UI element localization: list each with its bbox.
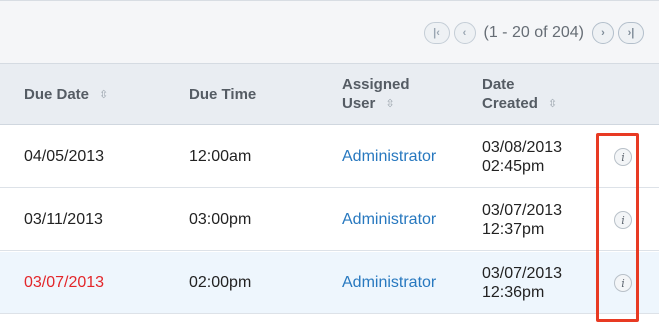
pagination-bar: |‹ ‹ (1 - 20 of 204) › ›|	[0, 0, 659, 63]
due-date-cell: 03/11/2013	[24, 211, 103, 228]
due-date-cell: 04/05/2013	[24, 148, 105, 165]
column-header-label: Created	[482, 95, 538, 112]
last-page-icon[interactable]: ›|	[618, 22, 644, 44]
column-header-label: User	[342, 95, 376, 112]
created-time: 12:36pm	[482, 284, 545, 301]
column-header-label: Due Date	[24, 86, 90, 103]
table-header: Due Date ⇳ Due Time Assigned User ⇳ Date C…	[0, 63, 659, 125]
created-date: 03/07/2013	[482, 202, 563, 219]
created-date: 03/07/2013	[482, 265, 563, 282]
due-time-cell: 03:00pm	[189, 211, 252, 228]
assigned-user-link[interactable]: Administrator	[342, 210, 436, 229]
table-row: 04/05/2013 12:00am Administrator 03/08/2…	[0, 126, 659, 188]
due-date-cell-overdue: 03/07/2013	[24, 274, 105, 291]
date-created-cell: 03/07/2013 12:36pm	[482, 264, 562, 302]
table-row: 03/11/2013 03:00pm Administrator 03/07/2…	[0, 189, 659, 251]
sort-icon[interactable]: ⇳	[385, 98, 394, 110]
created-date: 03/08/2013	[482, 139, 563, 156]
due-time-cell: 12:00am	[189, 148, 252, 165]
date-created-cell: 03/07/2013 12:37pm	[482, 201, 562, 239]
column-header-due-time: Due Time	[189, 85, 256, 104]
next-page-icon[interactable]: ›	[592, 22, 614, 44]
due-time-cell: 02:00pm	[189, 274, 252, 291]
assigned-user-link[interactable]: Administrator	[342, 147, 436, 166]
table-row: 03/07/2013 02:00pm Administrator 03/07/2…	[0, 252, 659, 314]
created-time: 12:37pm	[482, 221, 545, 238]
date-created-cell: 03/08/2013 02:45pm	[482, 138, 562, 176]
column-header-assigned-user[interactable]: Assigned User ⇳	[342, 75, 410, 113]
created-time: 02:45pm	[482, 158, 545, 175]
pagination-controls: |‹ ‹ (1 - 20 of 204) › ›|	[423, 21, 644, 45]
previous-page-icon[interactable]: ‹	[453, 22, 476, 44]
column-header-label: Date	[482, 76, 515, 93]
pagination-range: (1 - 20 of 204)	[483, 24, 585, 41]
column-header-label: Due Time	[189, 86, 257, 103]
column-header-label: Assigned	[342, 76, 410, 93]
sort-icon[interactable]: ⇳	[548, 98, 557, 110]
sort-icon[interactable]: ⇳	[99, 89, 108, 101]
highlight-callout	[596, 133, 639, 322]
first-page-icon[interactable]: |‹	[423, 22, 450, 44]
column-header-due-date[interactable]: Due Date ⇳	[24, 85, 108, 104]
assigned-user-link[interactable]: Administrator	[342, 273, 436, 292]
column-header-date-created[interactable]: Date Created ⇳	[482, 75, 557, 113]
